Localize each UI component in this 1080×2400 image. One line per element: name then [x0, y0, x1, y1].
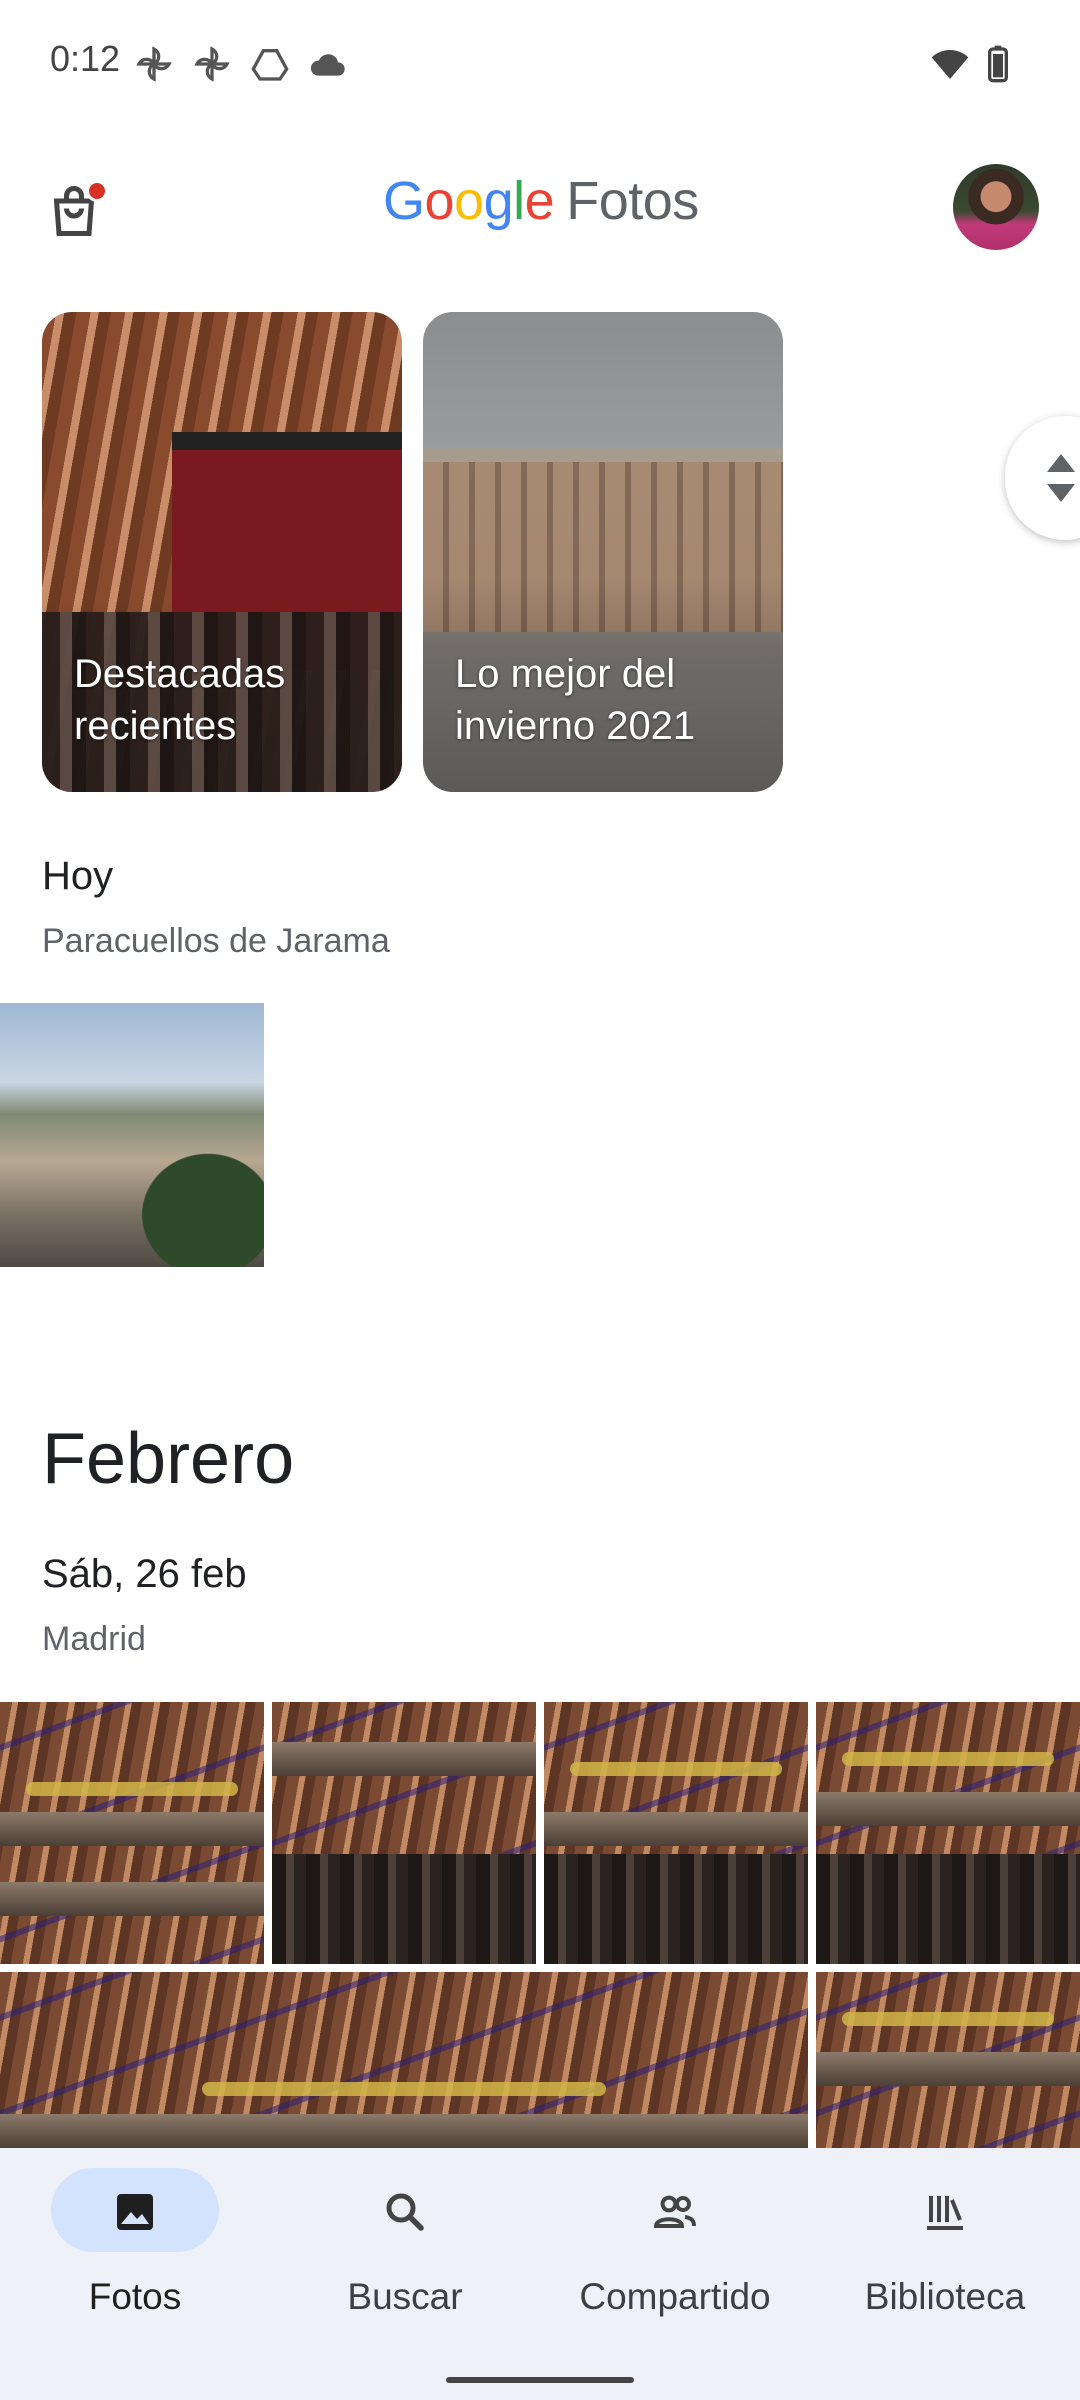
nav-item-buscar[interactable]: Buscar — [280, 2168, 530, 2338]
brand-google: Google — [383, 171, 555, 231]
photo-detail — [272, 1853, 536, 1964]
photo-detail — [0, 2114, 808, 2148]
brand-letter: o — [424, 171, 455, 231]
bottom-navigation: Fotos Buscar Compartido Biblioteca — [0, 2148, 1080, 2400]
brand-letter: g — [483, 171, 514, 231]
app-logo: Google Fotos — [383, 170, 699, 232]
brand-letter: e — [524, 171, 555, 231]
scroll-arrows-icon — [1047, 454, 1075, 502]
battery-icon — [988, 45, 1008, 83]
top-app-bar: Google Fotos — [0, 150, 1080, 270]
photo-thumbnail[interactable] — [0, 1003, 264, 1267]
nav-item-fotos[interactable]: Fotos — [10, 2168, 260, 2338]
photo-detail — [816, 1853, 1080, 1964]
nav-label: Compartido — [579, 2276, 771, 2317]
month-title: Febrero — [42, 1419, 295, 1499]
photo-detail — [842, 2012, 1054, 2026]
photo-icon — [117, 2194, 153, 2230]
wifi-icon — [931, 50, 969, 79]
memory-label: Destacadas recientes — [74, 652, 286, 748]
brand-letter: G — [383, 171, 425, 231]
photo-detail — [272, 1742, 536, 1776]
section-location: Madrid — [42, 1620, 146, 1658]
nav-item-biblioteca[interactable]: Biblioteca — [820, 2168, 1070, 2338]
photo-detail — [816, 1792, 1080, 1826]
photo-detail — [202, 2082, 606, 2096]
nav-label: Fotos — [88, 2276, 182, 2317]
section-day-title: Hoy — [42, 854, 114, 898]
photo-thumbnail[interactable] — [816, 1972, 1080, 2148]
people-icon — [653, 2195, 696, 2228]
search-icon — [386, 2193, 424, 2231]
memory-label: Lo mejor del invierno 2021 — [455, 652, 696, 748]
nav-label: Biblioteca — [864, 2276, 1026, 2317]
cloud-icon — [310, 54, 345, 76]
pinwheel-icon — [136, 46, 172, 82]
nav-label: Buscar — [347, 2276, 463, 2317]
fast-scroll-handle[interactable] — [1005, 416, 1080, 540]
memory-card-invierno[interactable]: Lo mejor del invierno 2021 — [423, 312, 783, 792]
photo-thumbnail[interactable] — [272, 1702, 536, 1964]
photo-thumbnail[interactable] — [544, 1702, 808, 1964]
nav-item-compartido[interactable]: Compartido — [550, 2168, 800, 2338]
memory-card-destacadas[interactable]: Destacadas recientes — [42, 312, 402, 792]
photo-detail — [544, 1853, 808, 1964]
photo-detail — [816, 2052, 1080, 2086]
photo-detail — [26, 1782, 238, 1796]
photo-thumbnail[interactable] — [816, 1702, 1080, 1964]
brand-letter: o — [454, 171, 484, 231]
pinwheel-icon — [194, 46, 230, 82]
photo-thumbnail-wide[interactable] — [0, 1972, 808, 2148]
photo-detail — [842, 1752, 1054, 1766]
account-avatar[interactable] — [953, 164, 1039, 250]
drive-icon — [251, 49, 289, 81]
photo-content — [124, 1137, 264, 1267]
status-bar: 0:12 — [0, 0, 1080, 120]
photo-detail — [544, 1812, 808, 1846]
notification-badge — [86, 180, 108, 202]
brand-app-name: Fotos — [566, 171, 699, 231]
status-time: 0:12 — [50, 38, 121, 79]
photo-detail — [570, 1762, 782, 1776]
section-day-title: Sáb, 26 feb — [42, 1552, 247, 1596]
brand-letter: l — [513, 171, 525, 231]
photo-thumbnail[interactable] — [0, 1702, 264, 1964]
photo-detail — [0, 1812, 264, 1846]
section-location: Paracuellos de Jarama — [42, 922, 390, 960]
photo-detail — [0, 1882, 264, 1916]
gesture-bar[interactable] — [446, 2377, 634, 2383]
library-icon — [927, 2196, 963, 2230]
